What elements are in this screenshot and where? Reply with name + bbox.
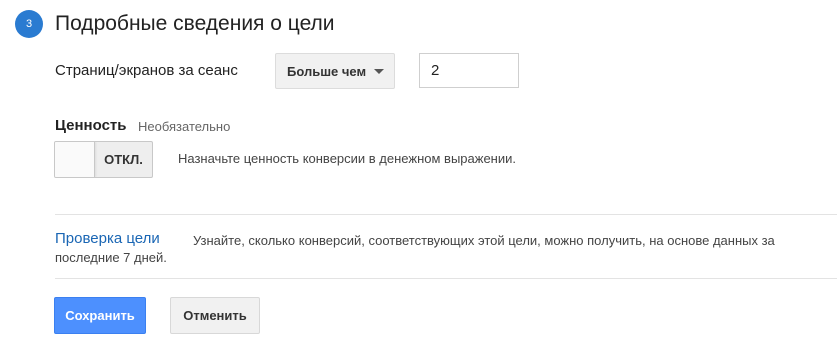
value-label: Ценность [55, 117, 127, 134]
step-badge: 3 [15, 10, 43, 38]
verify-goal-link[interactable]: Проверка цели [55, 229, 160, 249]
verify-description-continued: последние 7 дней. [55, 250, 167, 265]
pages-per-session-label: Страниц/экранов за сеанс [55, 62, 238, 79]
divider [55, 278, 837, 279]
toggle-state-label: ОТКЛ. [104, 152, 143, 167]
toggle-knob [55, 142, 95, 177]
operator-dropdown[interactable]: Больше чем [275, 53, 395, 89]
save-button[interactable]: Сохранить [54, 297, 146, 334]
divider [55, 214, 837, 215]
value-hint: Назначьте ценность конверсии в денежном … [178, 151, 516, 166]
section-title: Подробные сведения о цели [55, 12, 335, 35]
caret-down-icon [374, 69, 384, 74]
operator-selected-value: Больше чем [287, 63, 367, 79]
verify-description: Узнайте, сколько конверсий, соответствую… [193, 233, 775, 248]
step-number: 3 [25, 18, 33, 30]
value-toggle[interactable]: ОТКЛ. [54, 141, 153, 178]
pages-value-input[interactable] [419, 53, 519, 88]
optional-label: Необязательно [138, 119, 231, 134]
cancel-button[interactable]: Отменить [170, 297, 260, 334]
